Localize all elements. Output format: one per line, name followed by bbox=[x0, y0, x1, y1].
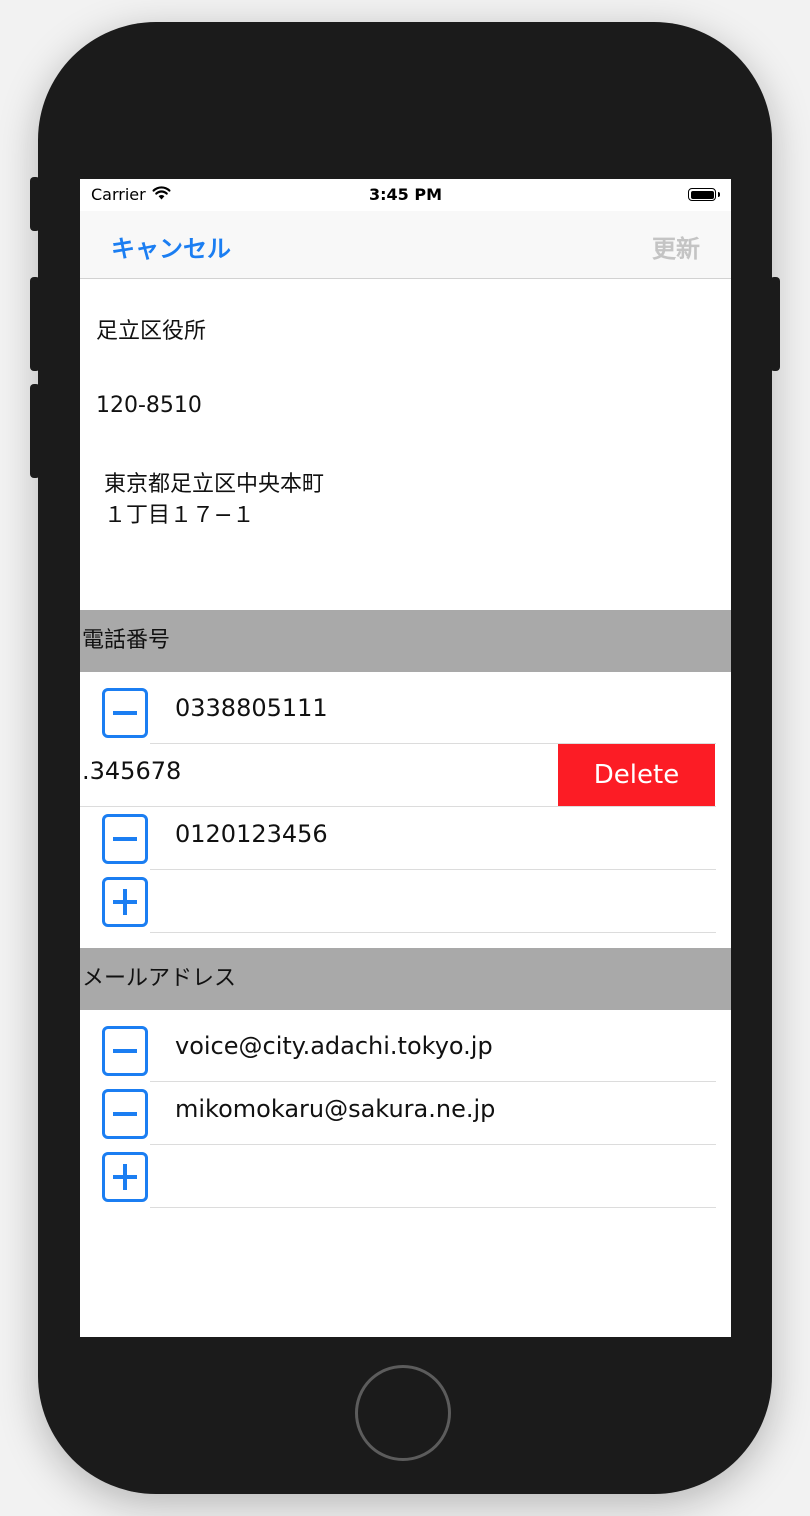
email-value[interactable]: mikomokaru@sakura.ne.jp bbox=[175, 1095, 495, 1123]
navigation-bar: キャンセル 更新 bbox=[80, 211, 731, 279]
phone-row: 0120123456 bbox=[80, 807, 731, 870]
update-button[interactable]: 更新 bbox=[652, 229, 700, 264]
address-line-2: １丁目１７−１ bbox=[104, 503, 255, 528]
cancel-button[interactable]: キャンセル bbox=[111, 229, 231, 264]
add-email-row bbox=[80, 1145, 731, 1208]
email-section-header: メールアドレス bbox=[80, 948, 731, 1010]
power-button bbox=[770, 277, 780, 371]
phone-row-swiped: .345678 Delete bbox=[80, 744, 731, 807]
phone-section-header: 電話番号 bbox=[80, 610, 731, 672]
address-line-1: 東京都足立区中央本町 bbox=[104, 472, 325, 497]
battery-icon bbox=[688, 188, 720, 201]
screen: Carrier 3:45 PM キャンセル 更新 足立区役所 120-8510 … bbox=[80, 179, 731, 1337]
mute-switch bbox=[30, 177, 40, 231]
remove-email-button[interactable] bbox=[102, 1089, 148, 1139]
add-email-button[interactable] bbox=[102, 1152, 148, 1202]
add-phone-row bbox=[80, 870, 731, 933]
email-value[interactable]: voice@city.adachi.tokyo.jp bbox=[175, 1032, 493, 1060]
clock: 3:45 PM bbox=[368, 185, 442, 204]
phone-value[interactable]: .345678 bbox=[82, 757, 181, 785]
email-row: voice@city.adachi.tokyo.jp bbox=[80, 1019, 731, 1082]
remove-phone-button[interactable] bbox=[102, 814, 148, 864]
volume-up-button bbox=[30, 277, 40, 371]
phone-value[interactable]: 0338805111 bbox=[175, 694, 328, 722]
volume-down-button bbox=[30, 384, 40, 478]
phone-value[interactable]: 0120123456 bbox=[175, 820, 328, 848]
remove-phone-button[interactable] bbox=[102, 688, 148, 738]
status-bar: Carrier 3:45 PM bbox=[80, 179, 731, 211]
home-button[interactable] bbox=[355, 1365, 451, 1461]
facility-name-field[interactable]: 足立区役所 bbox=[96, 313, 206, 345]
postal-code-field[interactable]: 120-8510 bbox=[96, 393, 202, 418]
email-row: mikomokaru@sakura.ne.jp bbox=[80, 1082, 731, 1145]
delete-button[interactable]: Delete bbox=[558, 744, 715, 806]
remove-email-button[interactable] bbox=[102, 1026, 148, 1076]
address-field[interactable]: 東京都足立区中央本町 １丁目１７−１ bbox=[104, 469, 324, 531]
add-phone-button[interactable] bbox=[102, 877, 148, 927]
phone-row: 0338805111 bbox=[80, 681, 731, 744]
